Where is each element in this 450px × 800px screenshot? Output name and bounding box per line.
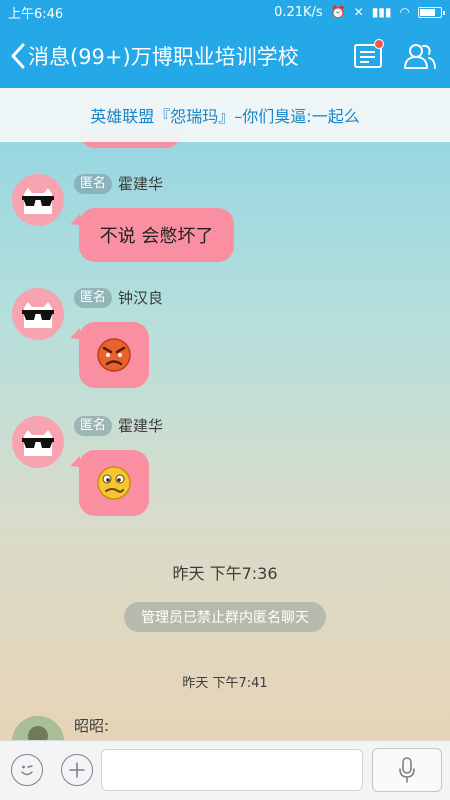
mute-icon: ✕ bbox=[353, 5, 364, 19]
back-button[interactable]: 消息(99+)万博职业培训学校 bbox=[0, 41, 299, 71]
alarm-clock-icon: ⏰ bbox=[330, 5, 346, 19]
chevron-left-icon bbox=[11, 43, 25, 69]
timestamp-label: 昨天 下午7:36 bbox=[172, 564, 278, 583]
more-button[interactable] bbox=[61, 754, 93, 786]
status-bar: 上午6:46 0.21K/s ⏰ ✕ ▮▮▮ ◠ bbox=[0, 0, 450, 24]
message-text: 不说 会憋坏了 bbox=[99, 226, 214, 247]
anonymous-avatar[interactable] bbox=[12, 288, 64, 340]
confused-face-emoji bbox=[97, 466, 131, 500]
group-members-button[interactable] bbox=[402, 38, 438, 74]
plus-icon bbox=[69, 762, 85, 778]
sender-name: 昭昭: bbox=[74, 717, 110, 735]
anonymous-cat-sunglasses-avatar bbox=[22, 188, 54, 214]
anonymous-cat-sunglasses-avatar bbox=[22, 302, 54, 328]
message-bubble[interactable]: 不说 会憋坏了 bbox=[79, 208, 234, 262]
message-input[interactable] bbox=[101, 749, 363, 791]
system-notice: 管理员已禁止群内匿名聊天 bbox=[124, 602, 326, 632]
microphone-icon bbox=[399, 757, 415, 783]
nav-bar: 消息(99+)万博职业培训学校 bbox=[0, 24, 450, 88]
sender-name: 钟汉良 bbox=[118, 289, 164, 307]
voice-button[interactable] bbox=[372, 748, 442, 792]
network-speed: 0.21K/s bbox=[274, 4, 323, 20]
chat-area[interactable]: 英雄联盟『怨瑞玛』–你们臭逼:一起么 匿名 霍建华 不说 会憋坏了 匿名 钟汉良… bbox=[0, 88, 450, 740]
page-title: 消息(99+)万博职业培训学校 bbox=[28, 45, 299, 69]
anonymous-tag: 匿名 bbox=[74, 288, 113, 308]
notice-board-button[interactable] bbox=[350, 38, 386, 74]
anonymous-tag: 匿名 bbox=[74, 174, 113, 194]
user-avatar[interactable] bbox=[12, 716, 64, 740]
group-members-icon bbox=[404, 44, 436, 69]
anonymous-cat-sunglasses-avatar bbox=[22, 430, 54, 456]
battery-icon bbox=[418, 6, 445, 18]
photo-avatar bbox=[12, 716, 64, 740]
sender-name: 霍建华 bbox=[118, 417, 164, 435]
message-bubble[interactable] bbox=[79, 322, 149, 388]
system-notice-text: 管理员已禁止群内匿名聊天 bbox=[141, 610, 309, 626]
input-bar bbox=[0, 740, 450, 800]
unread-dot bbox=[374, 39, 384, 49]
pinned-banner-text: 英雄联盟『怨瑞玛』–你们臭逼:一起么 bbox=[90, 107, 360, 126]
status-time: 上午6:46 bbox=[8, 6, 64, 22]
emoji-face-icon bbox=[21, 765, 33, 776]
sender-name: 霍建华 bbox=[118, 175, 164, 193]
message-bubble[interactable] bbox=[79, 450, 149, 516]
signal-icon: ▮▮▮ bbox=[371, 5, 392, 19]
anonymous-avatar[interactable] bbox=[12, 174, 64, 226]
emoji-button[interactable] bbox=[11, 754, 43, 786]
angry-face-emoji bbox=[97, 338, 131, 372]
pinned-banner[interactable]: 英雄联盟『怨瑞玛』–你们臭逼:一起么 bbox=[0, 88, 450, 142]
timestamp-label: 昨天 下午7:41 bbox=[182, 676, 268, 691]
wifi-icon: ◠ bbox=[399, 5, 410, 19]
anonymous-tag: 匿名 bbox=[74, 416, 113, 436]
anonymous-avatar[interactable] bbox=[12, 416, 64, 468]
